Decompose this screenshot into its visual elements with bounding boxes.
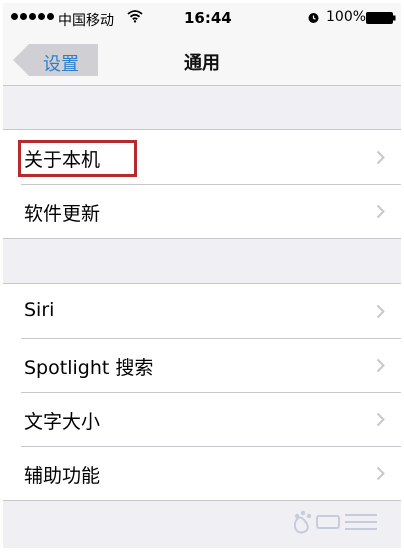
baidu-watermark-icon [294,510,377,534]
signal-dot [47,13,54,20]
phone-screen: 中国移动 16:44 100% 设置 通用 关于本机 软件更新 Siri Spo… [3,3,401,548]
carrier-name: 中国移动 [58,13,114,29]
chevron-right-icon [376,466,385,481]
signal-dot [38,13,45,20]
status-time: 16:44 [184,9,232,27]
battery-icon [366,12,396,24]
settings-item-software-update[interactable]: 软件更新 [3,184,401,238]
settings-item-spotlight[interactable]: Spotlight 搜索 [3,338,401,392]
chevron-right-icon [376,358,385,373]
signal-dot [11,13,18,20]
settings-item-label: 文字大小 [24,411,101,433]
status-bar: 中国移动 16:44 100% [3,3,401,35]
navigation-bar: 设置 通用 [3,35,401,86]
signal-strength-icon [11,13,54,20]
settings-item-text-size[interactable]: 文字大小 [3,392,401,446]
settings-group: Siri Spotlight 搜索 文字大小 辅助功能 [3,283,401,501]
settings-item-about[interactable]: 关于本机 [3,130,401,184]
page-title: 通用 [184,53,220,74]
chevron-right-icon [376,150,385,165]
settings-item-label: 关于本机 [24,149,101,171]
settings-item-accessibility[interactable]: 辅助功能 [3,446,401,500]
settings-group: 关于本机 软件更新 [3,129,401,239]
signal-dot [20,13,27,20]
chevron-right-icon [376,304,385,319]
settings-item-label: Spotlight 搜索 [24,357,154,379]
settings-item-label: Siri [24,299,55,321]
settings-item-label: 辅助功能 [24,465,101,487]
settings-item-siri[interactable]: Siri [3,284,401,338]
signal-dot [29,13,36,20]
wifi-icon [127,10,143,23]
settings-item-label: 软件更新 [24,203,101,225]
battery-percent: 100% [326,9,367,25]
chevron-right-icon [376,412,385,427]
alarm-icon [308,13,319,23]
chevron-right-icon [376,204,385,219]
